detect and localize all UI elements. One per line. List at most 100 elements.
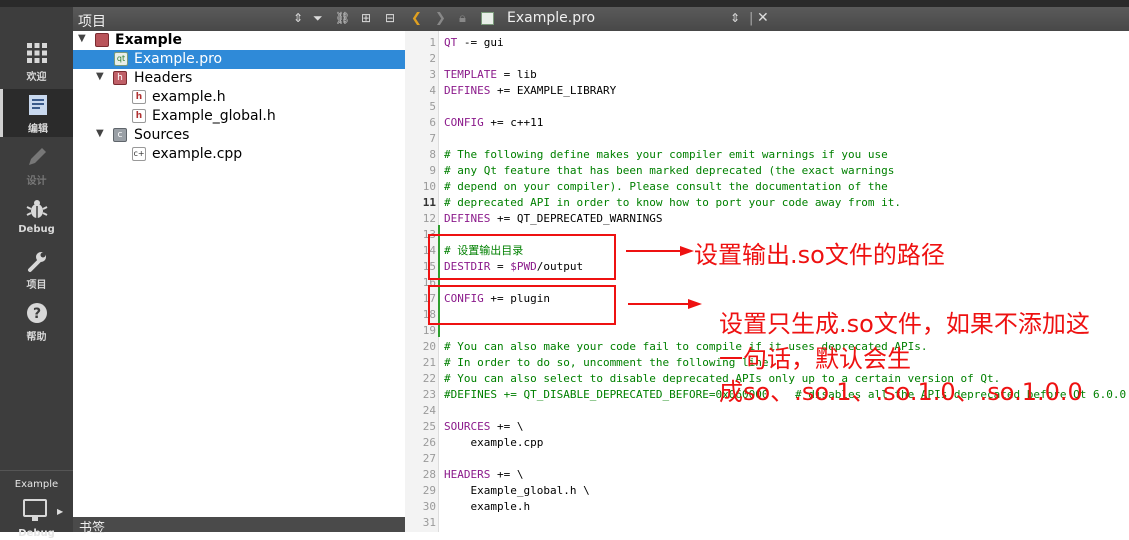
close-document-icon[interactable]: ✕ — [757, 10, 769, 26]
highlight-box-plugin — [428, 285, 616, 325]
wrench-icon — [27, 252, 46, 272]
header-file-icon: h — [132, 109, 146, 123]
line-number: 31 — [422, 516, 436, 529]
code-line: TEMPLATE = lib — [444, 68, 537, 81]
headers-folder-icon: h — [113, 71, 127, 85]
code-editor[interactable]: 1 2 3 4 5 6 7 8 9 10 11 12 13 14 15 16 17 18 19 20 21 22 23 24 2… — [405, 31, 1129, 532]
line-number: 10 — [422, 180, 436, 193]
grid-icon — [26, 43, 47, 63]
mode-projects[interactable]: 项目 — [0, 245, 73, 293]
document-name[interactable]: Example.pro — [507, 10, 595, 26]
header-file-icon: h — [132, 90, 146, 104]
chevron-down-icon[interactable]: ▼ — [96, 128, 104, 139]
tree-item-headers[interactable]: ▼ h Headers — [73, 69, 405, 88]
tree-label: Example.pro — [134, 51, 223, 67]
forward-arrow-icon[interactable]: ❯ — [435, 11, 446, 26]
tree-item-example-cpp[interactable]: c+ example.cpp — [73, 145, 405, 164]
code-line: HEADERS += \ — [444, 468, 524, 481]
lock-icon: 🔒︎ — [459, 11, 466, 26]
highlight-box-destdir — [428, 234, 616, 280]
line-number: 19 — [422, 324, 436, 337]
top-strip — [0, 0, 1129, 7]
tree-item-example-global-h[interactable]: h Example_global.h — [73, 107, 405, 126]
tree-label: Example_global.h — [152, 108, 276, 124]
chevron-down-icon[interactable]: ▼ — [96, 71, 104, 82]
projects-title: 项目 — [78, 14, 106, 30]
filter-icon[interactable]: ⏷ — [313, 11, 323, 26]
mode-help[interactable]: ? 帮助 — [0, 297, 73, 345]
line-number: 2 — [429, 52, 436, 65]
close-panel-icon[interactable]: ⊟ — [385, 11, 395, 25]
line-number: 27 — [422, 452, 436, 465]
code-line: DEFINES += QT_DEPRECATED_WARNINGS — [444, 212, 663, 225]
line-number-gutter: 1 2 3 4 5 6 7 8 9 10 11 12 13 14 15 16 17 18 19 20 21 22 23 24 2… — [405, 31, 439, 532]
line-number: 28 — [422, 468, 436, 481]
sources-folder-icon: c — [113, 128, 127, 142]
line-number: 24 — [422, 404, 436, 417]
mode-edit[interactable]: 编辑 — [0, 89, 73, 137]
updown-icon[interactable]: ⇕ — [293, 11, 303, 25]
chevron-down-icon[interactable]: ▼ — [78, 33, 86, 44]
code-line: # depend on your compiler). Please consu… — [444, 180, 888, 193]
monitor-stand — [32, 517, 38, 521]
arrow-line-1 — [626, 250, 682, 252]
mode-design[interactable]: 设计 — [0, 141, 73, 189]
line-number: 22 — [422, 372, 436, 385]
line-number: 6 — [429, 116, 436, 129]
annotation-note-2-line2: 一句话，默认会生 — [719, 345, 911, 373]
line-number: 21 — [422, 356, 436, 369]
line-number: 9 — [429, 164, 436, 177]
annotation-note-2-line1: 设置只生成.so文件，如果不添加这 — [719, 310, 1090, 338]
annotation-note-2-line3: 成so、.so.1、.so.1.0、.so.1.0.0 — [719, 378, 1083, 406]
link-icon[interactable]: ⛓ — [335, 11, 350, 25]
mode-label: 欢迎 — [26, 72, 47, 83]
line-number: 4 — [429, 84, 436, 97]
tree-label: example.cpp — [152, 146, 243, 162]
help-icon: ? — [26, 303, 47, 323]
tree-label: example.h — [152, 89, 226, 105]
back-arrow-icon[interactable]: ❮ — [411, 11, 422, 26]
tree-item-project[interactable]: ▼ Example — [73, 31, 405, 50]
projects-toolbar: 项目 ⇕ ⏷ ⛓ ⊞ ⊟ — [73, 7, 405, 31]
line-number: 3 — [429, 68, 436, 81]
project-icon — [95, 33, 109, 47]
bookmarks-title: 书签 — [79, 521, 106, 536]
editor-toolbar: ❮ ❯ 🔒︎ Example.pro ⇕ | ✕ — [405, 7, 1129, 31]
updown-icon[interactable]: ⇕ — [730, 11, 740, 25]
code-line: example.h — [444, 500, 531, 513]
tree-label: Example — [115, 32, 182, 48]
code-line: Example_global.h \ — [444, 484, 590, 497]
annotation-note-1: 设置输出.so文件的路径 — [694, 241, 945, 269]
line-number: 29 — [422, 484, 436, 497]
split-icon[interactable]: ⊞ — [361, 11, 371, 25]
line-number: 25 — [422, 420, 436, 433]
arrow-head-1 — [680, 246, 694, 256]
line-number: 8 — [429, 148, 436, 161]
line-number: 12 — [422, 212, 436, 225]
divider: | — [749, 11, 754, 26]
line-number: 30 — [422, 500, 436, 513]
mode-welcome[interactable]: 欢迎 — [0, 37, 73, 85]
mode-debug[interactable]: Debug — [0, 193, 73, 241]
kit-build-config: Debug — [18, 528, 55, 539]
tree-item-pro-file[interactable]: qt Example.pro — [73, 50, 405, 69]
tree-item-example-h[interactable]: h example.h — [73, 88, 405, 107]
line-number: 11 — [422, 196, 436, 209]
code-line: # deprecated API in order to know how to… — [444, 196, 901, 209]
pencil-icon — [28, 148, 46, 165]
mode-label: 帮助 — [26, 332, 47, 343]
cpp-file-icon: c+ — [132, 147, 146, 161]
code-line: DEFINES += EXAMPLE_LIBRARY — [444, 84, 617, 97]
svg-text:?: ? — [32, 306, 40, 322]
document-icon — [29, 95, 47, 115]
line-number: 5 — [429, 100, 436, 113]
mode-label: 项目 — [26, 280, 47, 291]
line-number: 20 — [422, 340, 436, 353]
line-number: 1 — [429, 36, 436, 49]
kit-selector[interactable]: Example ▶ Debug — [0, 470, 73, 540]
mode-label: Debug — [18, 224, 55, 235]
tree-item-sources[interactable]: ▼ c Sources — [73, 126, 405, 145]
triangle-right-icon: ▶ — [57, 507, 64, 516]
pro-file-icon: qt — [114, 52, 128, 66]
code-line: CONFIG += c++11 — [444, 116, 544, 129]
